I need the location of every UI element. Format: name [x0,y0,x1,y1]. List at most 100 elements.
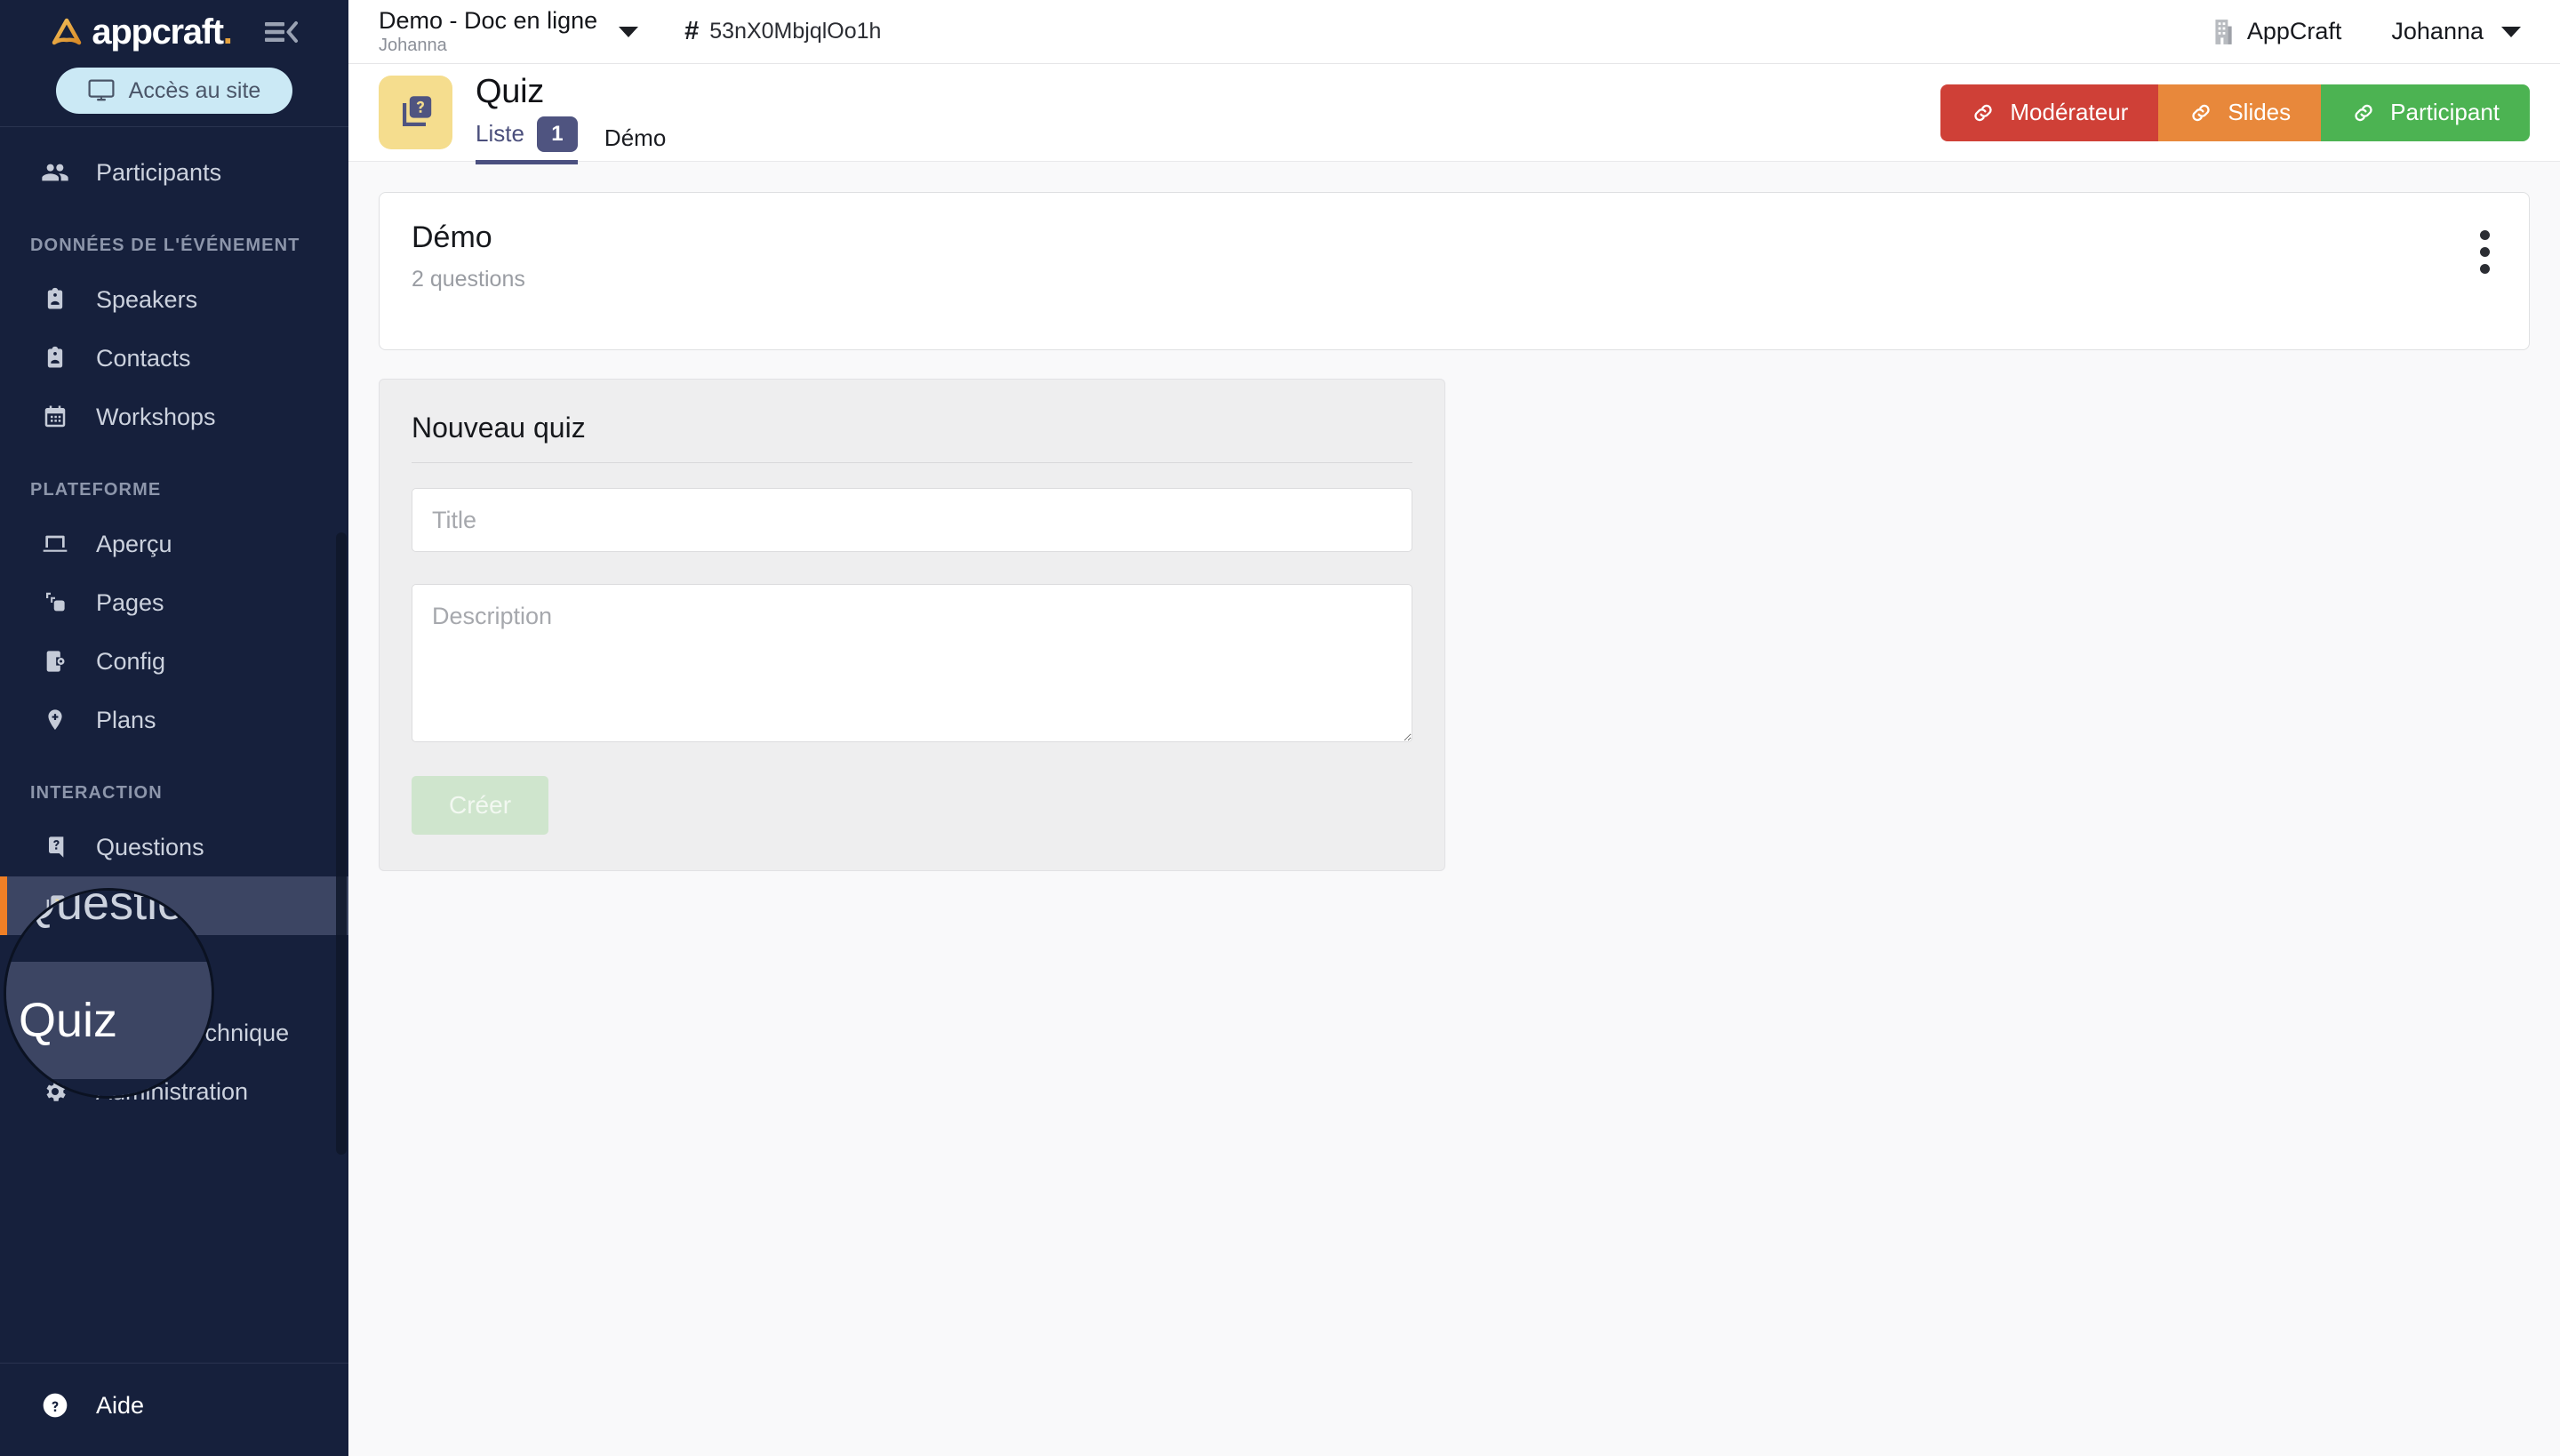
sidebar-label: Contacts [96,344,191,372]
sidebar-label: Workshops [96,403,216,430]
page-title-block: Quiz Liste 1 Démo [476,64,666,164]
link-icon [1974,104,1993,121]
event-selector[interactable]: Demo - Doc en ligne Johanna [379,7,597,55]
sidebar-label: Aide [96,1391,145,1419]
user-menu[interactable]: Johanna [2391,18,2521,45]
sidebar-nav-scroll[interactable]: Formulaires Participants DONNÉES DE L'ÉV… [0,127,348,1363]
quiz-title-input[interactable] [412,488,1412,552]
participant-link-label: Participant [2390,99,2500,125]
page-icon [379,76,452,149]
page-tabs: Liste 1 Démo [476,116,666,164]
link-icon [2355,104,2372,121]
site-access-button[interactable]: Accès au site [55,68,293,114]
brand-wordmark: appcraft. [92,12,233,52]
sidebar-item-workshops[interactable]: Workshops [0,388,348,446]
sidebar-label: Speakers [96,285,198,313]
event-name: Demo - Doc en ligne [379,7,598,35]
sidebar-item-aide[interactable]: Aide [0,1376,348,1435]
sidebar-collapse-icon[interactable] [260,12,301,52]
sidebar-item-questions[interactable]: Questions [0,818,348,876]
page-header: Quiz Liste 1 Démo Modérateur Slides Part… [348,64,2560,164]
app-root: appcraft. Accès au site Participants DON… [0,0,2560,1456]
sidebar-item-formulaires[interactable]: Formulaires [0,127,348,143]
sidebar-header: appcraft. Accès au site [0,0,348,126]
page-actions: Modérateur Slides Participant [1940,84,2530,141]
appcraft-logo[interactable]: appcraft. [47,12,233,52]
sidebar-section-interaction: INTERACTION [30,783,163,803]
sidebar-label: Quiz [96,892,146,919]
map-pin-plus-icon [37,702,73,738]
quiz-list-item-subtitle: 2 questions [412,266,525,292]
participant-link-button[interactable]: Participant [2321,84,2530,141]
topbar: Demo - Doc en ligne Johanna # 53nX0Mbjql… [348,0,2560,64]
tab-liste-label: Liste [476,120,524,148]
pencil-icon [37,127,73,132]
hash-icon: # [684,17,700,45]
sidebar-footer: Aide [0,1363,348,1456]
hamburger-chevron-left-icon [264,21,298,43]
sidebar-label: Participants [96,158,222,186]
organization-name: AppCraft [2246,18,2342,44]
calendar-icon [37,399,73,435]
tab-liste[interactable]: Liste 1 [476,116,578,164]
sidebar-label: Aperçu [96,530,172,557]
people-icon [37,155,73,190]
sidebar-item-param-technique[interactable]: Param. Technique [0,1004,348,1062]
create-quiz-button[interactable]: Créer [412,776,549,835]
quiz-question-icon [402,95,431,126]
appcraft-triangle-icon [52,18,82,45]
user-dropdown-caret-icon[interactable] [2501,26,2521,37]
quiz-description-input[interactable] [412,584,1412,742]
sidebar-item-config[interactable]: Config [0,632,348,691]
building-icon [2215,19,2232,44]
sidebar-scrollbar[interactable] [336,532,347,1155]
brand-row: appcraft. [0,0,348,64]
monitor-icon [88,79,115,101]
event-dropdown-caret-icon[interactable] [619,26,639,37]
link-icon [2192,104,2210,121]
settings-square-icon [37,1015,73,1051]
event-owner: Johanna [379,35,447,55]
badge-icon [37,340,73,376]
sidebar: appcraft. Accès au site Participants DON… [0,0,348,1456]
sidebar-label: Plans [96,706,156,733]
sidebar-nav-list: Formulaires Participants DONNÉES DE L'ÉV… [0,127,348,1121]
tab-demo-label: Démo [604,124,667,151]
sidebar-section-plateforme: PLATEFORME [30,480,162,500]
sidebar-label: Config [96,647,166,675]
user-name: Johanna [2391,18,2484,44]
slides-link-button[interactable]: Slides [2158,84,2322,141]
organization-block[interactable]: AppCraft [2212,18,2342,45]
sidebar-item-plans[interactable]: Plans [0,691,348,749]
page-content: Démo 2 questions Nouveau quiz Créer [348,162,2560,1456]
sidebar-item-participants[interactable]: Participants [0,143,348,202]
quiz-list-item[interactable]: Démo 2 questions [379,192,2530,350]
new-quiz-form: Nouveau quiz Créer [379,379,1445,871]
event-code-value: 53nX0MbjqlOo1h [709,19,882,44]
sidebar-label: Administration [96,1077,249,1105]
sidebar-section-securite: SÉCURITÉ [30,969,128,988]
sidebar-item-quiz[interactable]: Quiz [0,876,348,935]
site-access-label: Accès au site [128,77,261,103]
badge-icon [37,282,73,317]
sidebar-item-contacts[interactable]: Contacts [0,329,348,388]
sidebar-label: Formulaires [96,127,223,128]
sidebar-item-administration[interactable]: Administration [0,1062,348,1121]
sidebar-label: Questions [96,833,204,860]
moderator-link-label: Modérateur [2010,99,2129,125]
help-circle-icon [37,1388,73,1423]
laptop-icon [37,526,73,562]
sidebar-item-speakers[interactable]: Speakers [0,270,348,329]
kebab-menu-icon[interactable] [2473,223,2497,281]
sidebar-label: Pages [96,588,164,616]
sidebar-item-pages[interactable]: Pages [0,573,348,632]
tab-demo[interactable]: Démo [604,124,666,164]
new-quiz-divider [412,462,1412,463]
moderator-link-button[interactable]: Modérateur [1940,84,2159,141]
layers-icon [37,585,73,620]
sidebar-item-apercu[interactable]: Aperçu [0,515,348,573]
event-code: # 53nX0MbjqlOo1h [684,17,881,46]
question-icon [37,829,73,865]
main-area: Demo - Doc en ligne Johanna # 53nX0Mbjql… [348,0,2560,1456]
sidebar-label: Param. Technique [96,1019,290,1046]
